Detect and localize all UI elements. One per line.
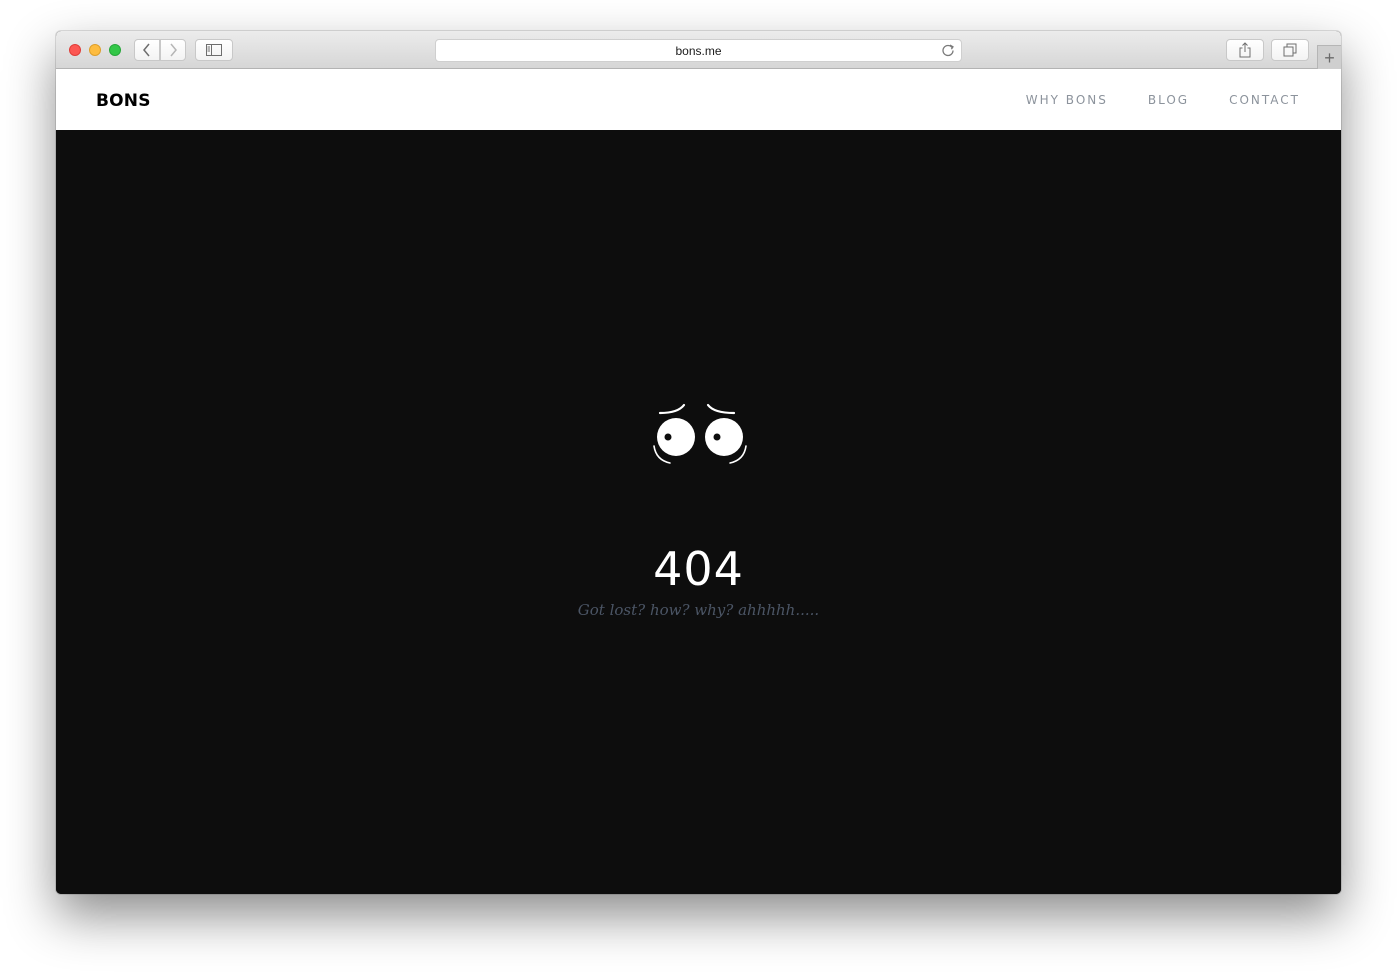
browser-window: bons.me + BONS WHY BONS BLOG CONTACT 404… <box>56 31 1341 894</box>
left-eyebrow <box>658 403 686 415</box>
error-page-content: 404 Got lost? how? why? ahhhhh..... <box>56 130 1341 894</box>
zoom-window-button[interactable] <box>109 44 121 56</box>
close-window-button[interactable] <box>69 44 81 56</box>
right-eyebrow <box>706 403 736 415</box>
site-logo[interactable]: BONS <box>96 91 151 111</box>
sidebar-icon <box>206 44 222 56</box>
chevron-left-icon <box>143 43 150 57</box>
left-eye <box>657 418 695 456</box>
error-code: 404 <box>653 542 744 596</box>
browser-toolbar: bons.me + <box>56 31 1341 69</box>
tab-overview-button[interactable] <box>1271 39 1309 61</box>
nav-link-contact[interactable]: CONTACT <box>1229 93 1300 107</box>
share-icon <box>1239 42 1251 58</box>
sidebar-toggle-button[interactable] <box>195 39 233 61</box>
right-pupil <box>713 433 721 441</box>
nav-link-blog[interactable]: BLOG <box>1148 93 1189 107</box>
back-button[interactable] <box>134 39 160 61</box>
forward-button[interactable] <box>160 39 186 61</box>
minimize-window-button[interactable] <box>89 44 101 56</box>
tabs-overview-icon <box>1283 43 1297 57</box>
error-message: Got lost? how? why? ahhhhh..... <box>577 601 820 619</box>
reload-icon[interactable] <box>940 42 956 58</box>
left-pupil <box>664 433 672 441</box>
right-eye <box>705 418 743 456</box>
address-bar[interactable]: bons.me <box>435 39 962 62</box>
new-tab-button[interactable]: + <box>1317 45 1341 69</box>
share-button[interactable] <box>1226 39 1264 61</box>
site-nav: WHY BONS BLOG CONTACT <box>1026 93 1300 107</box>
url-text: bons.me <box>675 44 722 58</box>
plus-icon: + <box>1324 47 1335 68</box>
nav-link-why-bons[interactable]: WHY BONS <box>1026 93 1108 107</box>
worried-eyes-icon <box>653 403 747 464</box>
site-header: BONS WHY BONS BLOG CONTACT <box>56 69 1341 130</box>
chevron-right-icon <box>170 43 177 57</box>
